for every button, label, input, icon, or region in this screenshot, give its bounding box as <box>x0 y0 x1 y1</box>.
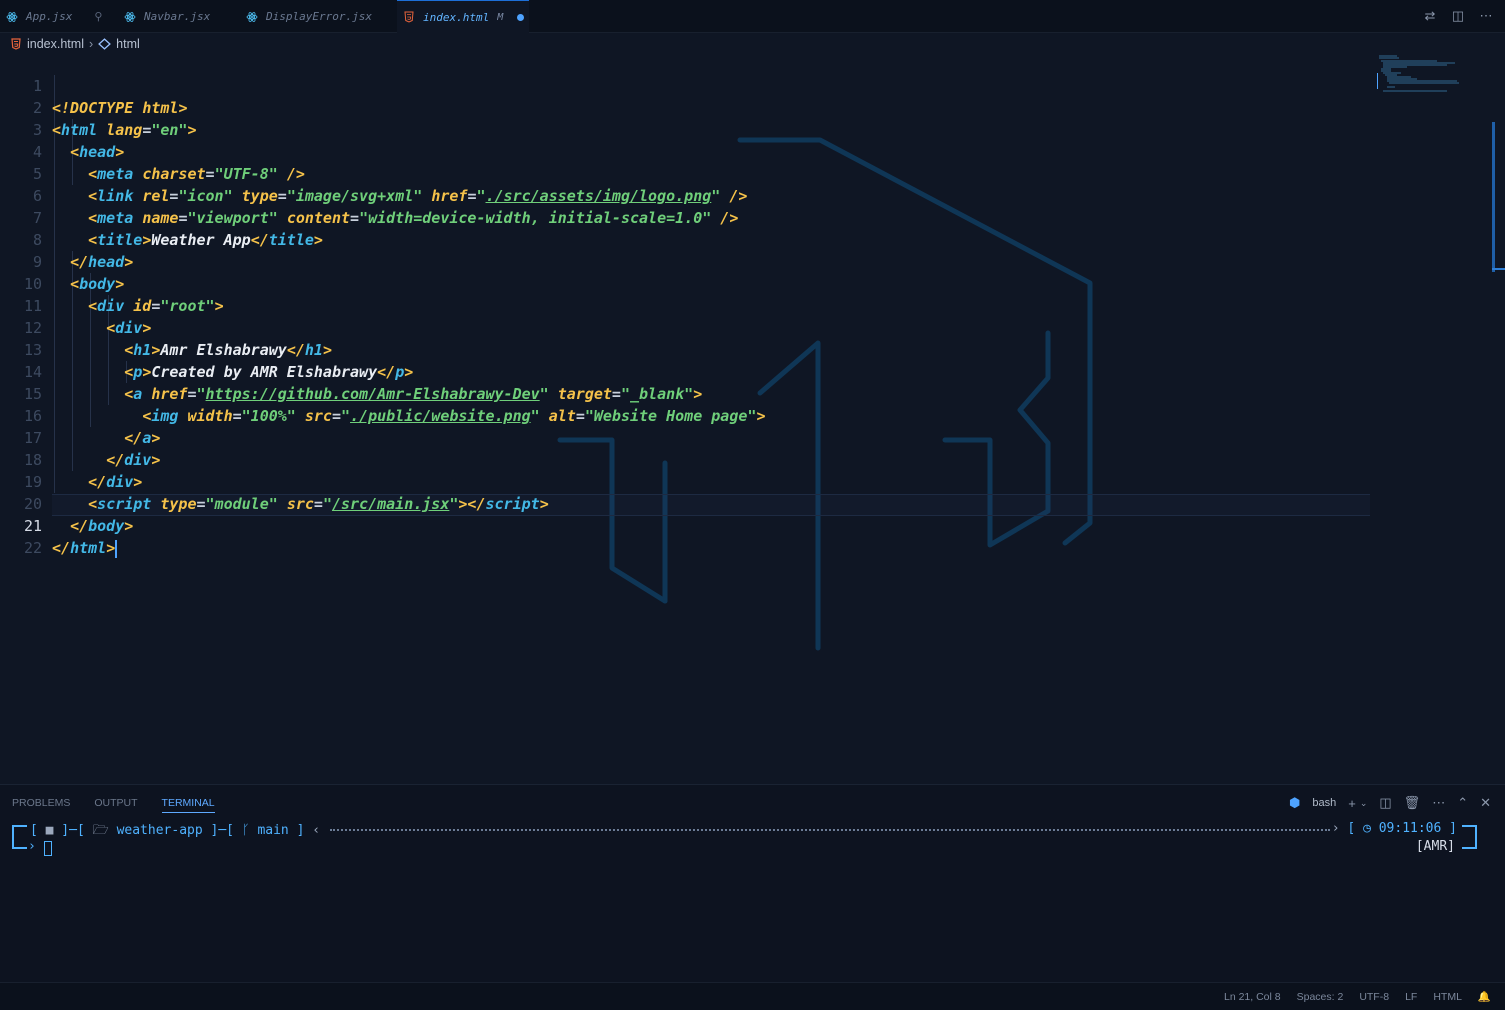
git-branch-icon: ᚴ <box>241 823 250 838</box>
split-terminal-icon[interactable]: ◫ <box>1379 795 1391 811</box>
code-line[interactable]: 14 <a href="https://github.com/Amr-Elsha… <box>0 339 1370 403</box>
end-of-line[interactable]: LF <box>1405 991 1417 1003</box>
indentation[interactable]: Spaces: 2 <box>1297 991 1344 1003</box>
unsaved-dot-icon[interactable] <box>517 13 525 21</box>
breadcrumb-symbol[interactable]: html <box>116 37 140 51</box>
tab-terminal[interactable]: TERMINAL <box>161 797 215 813</box>
code-line[interactable]: 9 <body> <box>0 229 1370 293</box>
minimap[interactable] <box>1376 53 1467 113</box>
code-line[interactable]: 18 </div> <box>0 427 1370 491</box>
editor-actions: ⇄ ◫ ⋯ <box>1423 8 1493 23</box>
clock-icon: ◷ <box>1363 821 1371 836</box>
code-line-current[interactable]: 21 </html> <box>0 493 1370 558</box>
language-mode[interactable]: HTML <box>1433 991 1462 1003</box>
terminal-cursor <box>44 841 52 856</box>
notifications-bell-icon[interactable]: 🔔 <box>1478 990 1491 1003</box>
breadcrumb: index.html › html <box>10 35 140 53</box>
code-line[interactable]: 22 <box>0 515 1370 557</box>
cursor-position[interactable]: Ln 21, Col 8 <box>1224 991 1281 1003</box>
chevron-up-icon[interactable]: ⌃ <box>1457 795 1468 811</box>
tab-index-html[interactable]: index.html M <box>397 0 529 33</box>
tab-problems[interactable]: PROBLEMS <box>12 797 70 813</box>
tab-bar: App.jsx ⚲ Navbar.jsx DisplayError.jsx in… <box>0 0 1505 33</box>
tab-label: DisplayError.jsx <box>266 10 372 23</box>
panel-actions: ⬢ bash + ⌄ ◫ 🗑 ⋯ ⌃ ✕ <box>1289 795 1491 811</box>
code-line[interactable]: 8 </head> <box>0 207 1370 271</box>
code-line[interactable]: 7 <title>Weather App</title> <box>0 185 1370 249</box>
tab-output[interactable]: OUTPUT <box>94 797 137 813</box>
trash-icon[interactable]: 🗑 <box>1404 795 1421 811</box>
tab-app-jsx[interactable]: App.jsx ⚲ <box>0 0 112 33</box>
bottom-panel: PROBLEMS OUTPUT TERMINAL ⬢ bash + ⌄ ◫ 🗑 … <box>0 784 1505 982</box>
chevron-right-icon: › <box>88 37 94 51</box>
pin-icon[interactable]: ⚲ <box>94 10 102 23</box>
terminal-shell-icon: ⬢ <box>1289 795 1301 810</box>
code-line[interactable]: 12 <h1>Amr Elshabrawy</h1> <box>0 295 1370 359</box>
prompt-time: 09:11:06 <box>1378 821 1442 836</box>
code-line[interactable]: 20 </body> <box>0 471 1370 535</box>
split-editor-icon[interactable]: ◫ <box>1451 8 1465 23</box>
prompt-branch: main <box>257 823 289 838</box>
prompt-arrow-icon: › <box>28 839 36 854</box>
editor-scrollbar[interactable] <box>1492 122 1495 272</box>
symbol-element-icon <box>98 38 112 50</box>
code-line[interactable]: 15 <img width="100%" src="./public/websi… <box>0 361 1370 425</box>
line-number: 22 <box>23 539 42 557</box>
code-line[interactable]: 3 <head> <box>0 97 1370 161</box>
new-terminal-icon[interactable]: + <box>1348 796 1356 811</box>
encoding[interactable]: UTF-8 <box>1359 991 1389 1003</box>
folder-icon: 🗁 <box>92 823 109 838</box>
code-line[interactable]: 10 <div id="root"> <box>0 251 1370 315</box>
source-control-compare-icon[interactable]: ⇄ <box>1423 8 1437 23</box>
close-icon[interactable]: ✕ <box>1480 795 1491 811</box>
prompt-user: [AMR] <box>1415 839 1455 854</box>
react-icon <box>246 11 258 22</box>
scrollbar-marker <box>1492 268 1505 270</box>
more-actions-icon[interactable]: ⋯ <box>1479 8 1493 23</box>
tab-navbar-jsx[interactable]: Navbar.jsx <box>118 0 232 33</box>
code-line[interactable]: 19 <script type="module" src="/src/main.… <box>0 449 1370 513</box>
code-line[interactable]: 1 <!DOCTYPE html> <box>0 53 1370 117</box>
modified-indicator: M <box>497 11 504 23</box>
status-bar: Ln 21, Col 8 Spaces: 2 UTF-8 LF HTML 🔔 <box>0 982 1505 1010</box>
tab-label: App.jsx <box>26 10 73 23</box>
html5-icon <box>11 38 21 50</box>
html5-icon <box>404 11 414 23</box>
tab-label: index.html <box>423 10 490 24</box>
shell-name[interactable]: bash <box>1312 797 1336 809</box>
chevron-down-icon[interactable]: ⌄ <box>1360 798 1368 809</box>
prompt-line: [ ■ ]─[ 🗁 weather-app ]─[ ᚴ main ] ‹ › [… <box>30 821 1457 838</box>
code-line[interactable]: 11 <div> <box>0 273 1370 337</box>
breadcrumb-file[interactable]: index.html <box>27 37 84 51</box>
code-line[interactable]: 2 <html lang="en"> <box>0 75 1370 139</box>
code-line[interactable]: 5 <link rel="icon" type="image/svg+xml" … <box>0 141 1370 205</box>
text-cursor <box>115 539 118 558</box>
code-line[interactable]: 13 <p>Created by AMR Elshabrawy</p> <box>0 317 1370 381</box>
prompt-directory: weather-app <box>116 823 203 838</box>
tab-label: Navbar.jsx <box>144 10 211 23</box>
more-actions-icon[interactable]: ⋯ <box>1432 795 1445 811</box>
code-line[interactable]: 4 <meta charset="UTF-8" /> <box>0 119 1370 183</box>
prompt-filler <box>330 829 1330 831</box>
code-line[interactable]: 16 </a> <box>0 383 1370 447</box>
react-icon <box>124 11 136 22</box>
code-editor[interactable]: 1 <!DOCTYPE html> 2 <html lang="en"> 3 <… <box>0 53 1505 784</box>
tab-displayerror-jsx[interactable]: DisplayError.jsx <box>240 0 395 33</box>
code-line[interactable]: 17 </div> <box>0 405 1370 469</box>
code-line[interactable]: 6 <meta name="viewport" content="width=d… <box>0 163 1370 227</box>
line-code: </html> <box>52 539 118 558</box>
react-icon <box>6 11 18 22</box>
panel-tabs: PROBLEMS OUTPUT TERMINAL <box>12 797 215 813</box>
